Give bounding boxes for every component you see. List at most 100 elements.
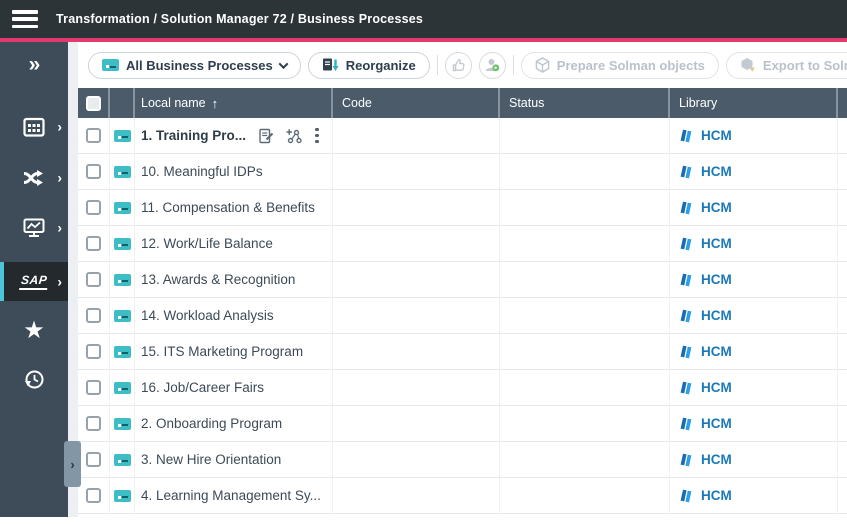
shuffle-icon xyxy=(23,169,45,187)
business-process-icon xyxy=(114,490,131,502)
row-checkbox[interactable] xyxy=(86,164,101,179)
calendar-icon xyxy=(23,117,45,137)
library-link[interactable]: HCM xyxy=(679,236,732,251)
table-header: Local name ↑ Code Status Library xyxy=(78,88,847,118)
business-process-icon xyxy=(102,59,119,71)
row-checkbox[interactable] xyxy=(86,344,101,359)
sidebar: » › › xyxy=(0,42,68,517)
select-all-cell xyxy=(78,88,110,118)
code-cell xyxy=(333,406,500,442)
status-cell xyxy=(500,370,670,406)
thumbs-up-icon xyxy=(451,58,466,73)
row-checkbox[interactable] xyxy=(86,380,101,395)
hamburger-menu-icon[interactable] xyxy=(12,10,38,28)
business-process-icon xyxy=(114,166,131,178)
library-books-icon xyxy=(679,452,694,467)
library-name: HCM xyxy=(701,380,732,395)
row-menu-kebab-icon[interactable] xyxy=(313,126,321,146)
table-row[interactable]: 1. Training Pro... xyxy=(78,118,847,154)
monitor-chart-icon xyxy=(23,218,45,238)
sidebar-item-history[interactable] xyxy=(0,359,68,399)
process-name: 11. Compensation & Benefits xyxy=(141,200,315,215)
add-diagram-icon[interactable] xyxy=(285,128,302,144)
table-row[interactable]: 14. Workload Analysis HCM xyxy=(78,298,847,334)
reorganize-button[interactable]: Reorganize xyxy=(308,52,430,79)
table-row[interactable]: 12. Work/Life Balance HCM xyxy=(78,226,847,262)
sidebar-item-calendar[interactable]: › xyxy=(0,107,68,147)
sidebar-item-favorites[interactable]: ★ xyxy=(0,311,68,351)
library-books-icon xyxy=(679,380,694,395)
app-window: Transformation / Solution Manager 72 / B… xyxy=(0,0,847,526)
status-cell xyxy=(500,334,670,370)
header-icon-column xyxy=(110,88,135,118)
table-row[interactable]: 16. Job/Career Fairs HCM xyxy=(78,370,847,406)
row-checkbox[interactable] xyxy=(86,272,101,287)
panel-splitter-handle[interactable]: › xyxy=(64,441,81,487)
library-link[interactable]: HCM xyxy=(679,128,732,143)
header-library[interactable]: Library xyxy=(670,88,838,118)
library-books-icon xyxy=(679,200,694,215)
edit-attributes-icon[interactable] xyxy=(258,128,274,144)
sidebar-item-dashboard[interactable]: › xyxy=(0,208,68,248)
library-books-icon xyxy=(679,488,694,503)
status-cell xyxy=(500,442,670,478)
library-link[interactable]: HCM xyxy=(679,308,732,323)
table-row[interactable]: 3. New Hire Orientation HCM xyxy=(78,442,847,478)
code-cell xyxy=(333,118,500,154)
row-checkbox[interactable] xyxy=(86,488,101,503)
library-link[interactable]: HCM xyxy=(679,272,732,287)
process-name: 3. New Hire Orientation xyxy=(141,452,281,467)
process-name: 4. Learning Management Sy... xyxy=(141,488,321,503)
library-books-icon xyxy=(679,308,694,323)
view-selector-dropdown[interactable]: All Business Processes xyxy=(88,52,301,79)
table-row[interactable]: 15. ITS Marketing Program HCM xyxy=(78,334,847,370)
library-link[interactable]: HCM xyxy=(679,452,732,467)
sidebar-item-processes[interactable]: › xyxy=(0,158,68,198)
reorganize-label: Reorganize xyxy=(346,58,416,73)
row-checkbox[interactable] xyxy=(86,128,101,143)
code-cell xyxy=(333,154,500,190)
row-checkbox[interactable] xyxy=(86,452,101,467)
library-link[interactable]: HCM xyxy=(679,488,732,503)
table-row[interactable]: 11. Compensation & Benefits HCM xyxy=(78,190,847,226)
header-status[interactable]: Status xyxy=(500,88,670,118)
library-books-icon xyxy=(679,416,694,431)
row-actions xyxy=(258,126,321,146)
library-link[interactable]: HCM xyxy=(679,344,732,359)
assign-user-button[interactable] xyxy=(479,52,506,79)
status-cell xyxy=(500,190,670,226)
select-all-checkbox[interactable] xyxy=(86,96,101,111)
export-solman-button[interactable]: Export to Solman xyxy=(726,52,847,79)
table-row[interactable]: 13. Awards & Recognition HCM xyxy=(78,262,847,298)
process-name: 14. Workload Analysis xyxy=(141,308,274,323)
main-content: All Business Processes Reorganize xyxy=(78,42,847,526)
library-name: HCM xyxy=(701,200,732,215)
row-checkbox[interactable] xyxy=(86,200,101,215)
table-row[interactable]: 4. Learning Management Sy... HCM xyxy=(78,478,847,514)
row-checkbox[interactable] xyxy=(86,236,101,251)
library-books-icon xyxy=(679,164,694,179)
row-checkbox[interactable] xyxy=(86,308,101,323)
prepare-solman-button[interactable]: Prepare Solman objects xyxy=(521,52,719,79)
row-checkbox[interactable] xyxy=(86,416,101,431)
library-link[interactable]: HCM xyxy=(679,416,732,431)
library-link[interactable]: HCM xyxy=(679,380,732,395)
approve-button[interactable] xyxy=(445,52,472,79)
user-icon xyxy=(484,57,500,73)
business-process-icon xyxy=(114,130,131,142)
header-code[interactable]: Code xyxy=(333,88,500,118)
sidebar-item-sap-selected[interactable]: SAP › xyxy=(0,262,68,301)
chevron-right-icon: › xyxy=(57,274,62,288)
sidebar-expand-button[interactable]: » xyxy=(0,50,68,80)
toolbar-separator xyxy=(437,55,438,75)
star-icon: ★ xyxy=(23,319,45,343)
header-local-name[interactable]: Local name ↑ xyxy=(135,88,333,118)
code-cell xyxy=(333,370,500,406)
table-row[interactable]: 2. Onboarding Program HCM xyxy=(78,406,847,442)
table-row[interactable]: 10. Meaningful IDPs HCM xyxy=(78,154,847,190)
chevron-right-icon: › xyxy=(57,170,62,184)
library-name: HCM xyxy=(701,272,732,287)
library-link[interactable]: HCM xyxy=(679,200,732,215)
business-process-icon xyxy=(114,238,131,250)
library-link[interactable]: HCM xyxy=(679,164,732,179)
